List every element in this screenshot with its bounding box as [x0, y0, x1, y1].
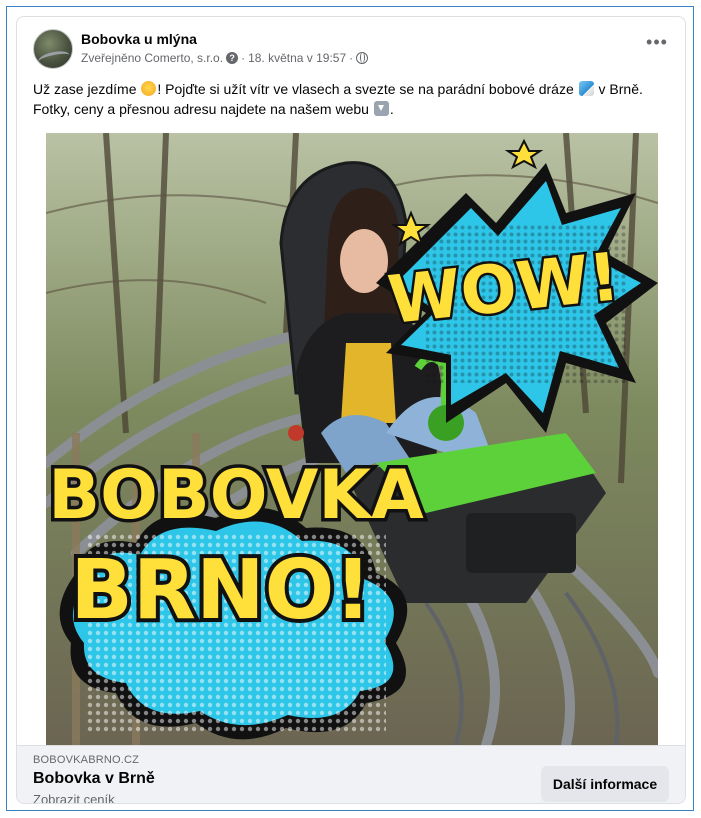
- question-circle-icon[interactable]: ?: [226, 52, 239, 64]
- post-text: Už zase jezdíme ! Pojďte si užít vítr ve…: [33, 79, 673, 119]
- post-image[interactable]: WOW! BOBOVKA BRNO!: [46, 133, 658, 745]
- globe-icon[interactable]: [356, 52, 369, 64]
- window-frame: Bobovka u mlýna Zveřejněno Comerto, s.r.…: [6, 6, 694, 811]
- link-preview[interactable]: BOBOVKABRNO.CZ Bobovka v Brně Zobrazit c…: [17, 745, 685, 804]
- rolling-laugh-emoji-icon: [141, 81, 157, 96]
- link-title[interactable]: Bobovka v Brně: [33, 770, 155, 788]
- post-text-part: v Brně.: [594, 81, 643, 97]
- meta-separator-2: ·: [349, 51, 354, 65]
- sponsor-label[interactable]: Zveřejněno Comerto, s.r.o.: [81, 51, 223, 65]
- more-options-button[interactable]: •••: [643, 33, 671, 55]
- post-card: Bobovka u mlýna Zveřejněno Comerto, s.r.…: [16, 16, 686, 804]
- post-date[interactable]: 18. května v 19:57: [248, 51, 346, 65]
- link-domain: BOBOVKABRNO.CZ: [33, 754, 140, 766]
- page-avatar[interactable]: [33, 29, 73, 69]
- post-header: Bobovka u mlýna Zveřejněno Comerto, s.r.…: [17, 17, 685, 73]
- meta-separator: ·: [241, 51, 246, 65]
- post-text-part: .: [389, 101, 394, 117]
- page-name[interactable]: Bobovka u mlýna: [81, 31, 197, 47]
- link-subtitle: Zobrazit ceník: [33, 792, 115, 804]
- post-text-part: Už zase jezdíme: [33, 81, 141, 97]
- learn-more-button[interactable]: Další informace: [541, 766, 669, 802]
- post-text-part: ! Pojďte si užít vítr ve vlasech a svezt…: [157, 81, 578, 97]
- post-meta: Zveřejněno Comerto, s.r.o. ? · 18. květn…: [81, 51, 369, 65]
- post-text-part: Fotky, ceny a přesnou adresu najdete na …: [33, 101, 373, 117]
- sticker-bobovka-text: BOBOVKA: [48, 456, 424, 535]
- mountain-railway-emoji-icon: [578, 81, 594, 96]
- sticker-brno-text: BRNO!: [70, 543, 371, 638]
- post-image-artwork: WOW! BOBOVKA BRNO!: [46, 133, 658, 745]
- down-arrow-emoji-icon: [373, 101, 389, 116]
